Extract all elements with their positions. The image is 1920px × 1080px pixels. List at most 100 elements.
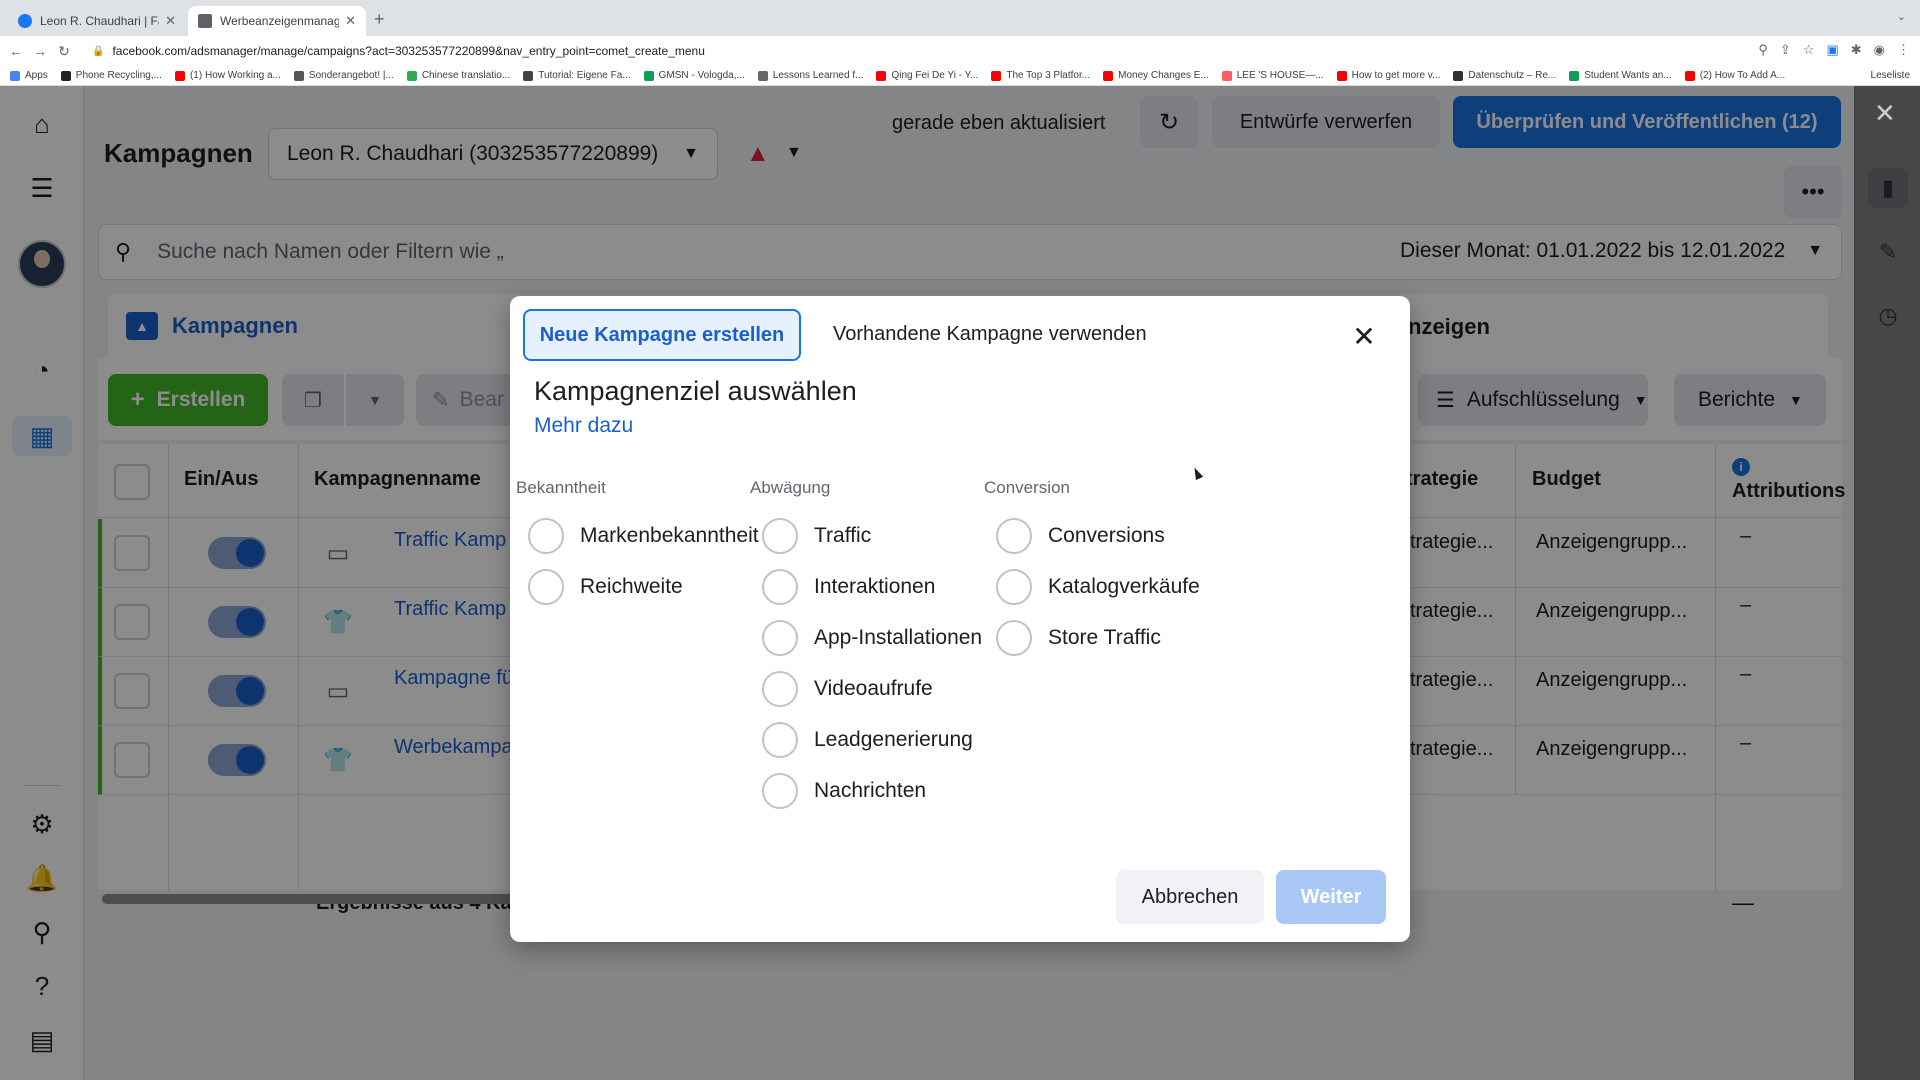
bookmark-item[interactable]: Lessons Learned f...	[757, 70, 864, 81]
objective-option[interactable]: Interaktionen	[750, 561, 982, 612]
objective-radio[interactable]	[762, 568, 798, 605]
bookmark-favicon-icon	[1221, 70, 1232, 81]
browser-tabbar: Leon R. Chaudhari | Facebook ✕ Werbeanze…	[0, 0, 1920, 36]
learn-more-link[interactable]: Mehr dazu	[534, 414, 633, 438]
bookmark-item[interactable]: Money Changes E...	[1103, 70, 1209, 81]
objective-label: Interaktionen	[814, 574, 936, 598]
forward-icon[interactable]: →	[28, 43, 52, 59]
close-icon[interactable]: ✕	[1874, 98, 1896, 129]
close-tab-icon[interactable]: ✕	[345, 13, 356, 29]
ads-manager-app: ⌂ ☰ ◔ ▦ ⚙ 🔔 ⚲ ? ▤ Kampagnen Leon R. Chau…	[0, 86, 1920, 1080]
bookmark-star-icon[interactable]: ☆	[1803, 42, 1815, 58]
objective-option[interactable]: Katalogverkäufe	[984, 561, 1200, 612]
bookmark-item[interactable]: Student Wants an...	[1569, 70, 1672, 81]
objective-radio[interactable]	[528, 568, 564, 605]
bookmark-label: Phone Recycling,...	[75, 70, 162, 81]
create-campaign-dialog: Neue Kampagne erstellen Vorhandene Kampa…	[510, 296, 1410, 942]
url-text: facebook.com/adsmanager/manage/campaigns…	[112, 44, 705, 58]
bookmark-favicon-icon	[60, 70, 71, 81]
objective-option[interactable]: Nachrichten	[750, 765, 982, 816]
bookmark-item[interactable]: (1) How Working a...	[174, 70, 281, 81]
reading-list[interactable]: Leseliste	[1871, 70, 1910, 81]
objective-radio[interactable]	[996, 619, 1032, 656]
bookmark-favicon-icon	[406, 70, 417, 81]
tab-new-campaign[interactable]: Neue Kampagne erstellen	[523, 309, 801, 361]
objective-radio[interactable]	[996, 568, 1032, 605]
objective-label: Markenbekanntheit	[580, 523, 759, 547]
address-bar-icons: ⚲ ⇪ ☆ ▣ ✱ ◉ ⋮	[1758, 42, 1910, 58]
bookmark-item[interactable]: Tutorial: Eigene Fa...	[523, 70, 631, 81]
lock-icon: 🔒	[92, 45, 105, 57]
zoom-icon[interactable]: ⚲	[1758, 42, 1768, 58]
bookmark-item[interactable]: Sonderangebot! |...	[293, 70, 394, 81]
address-bar: ← → ↻ 🔒 facebook.com/adsmanager/manage/c…	[0, 36, 1920, 66]
browser-tab-adsmanager[interactable]: Werbeanzeigenmanager - Wer ✕	[188, 6, 366, 36]
bookmark-label: GMSN - Vologda,...	[658, 70, 745, 81]
browser-tab-facebook[interactable]: Leon R. Chaudhari | Facebook ✕	[8, 6, 186, 36]
profile-avatar-icon[interactable]: ◉	[1874, 42, 1885, 58]
objective-radio[interactable]	[996, 517, 1032, 554]
objective-option[interactable]: App-Installationen	[750, 612, 982, 663]
bookmark-label: Money Changes E...	[1118, 70, 1209, 81]
bookmark-label: How to get more v...	[1351, 70, 1441, 81]
bookmark-item[interactable]: GMSN - Vologda,...	[643, 70, 745, 81]
objective-option[interactable]: Leadgenerierung	[750, 714, 982, 765]
objective-label: Videoaufrufe	[814, 676, 933, 700]
objective-column: Abwägung Traffic Interaktionen App-Installa…	[750, 478, 982, 816]
bookmark-item[interactable]: Phone Recycling,...	[60, 70, 162, 81]
share-icon[interactable]: ⇪	[1780, 42, 1791, 58]
bookmark-favicon-icon	[1103, 70, 1114, 81]
tab-search-icon[interactable]: ⌄	[1897, 10, 1906, 23]
objective-radio[interactable]	[762, 721, 798, 758]
bookmark-favicon-icon	[523, 70, 534, 81]
objective-radio[interactable]	[762, 772, 798, 809]
objective-radio[interactable]	[762, 670, 798, 707]
bookmark-label: (1) How Working a...	[189, 70, 281, 81]
url-field[interactable]: 🔒 facebook.com/adsmanager/manage/campaig…	[92, 41, 705, 61]
browser-tab-title: Werbeanzeigenmanager - Wer	[220, 14, 340, 28]
bookmark-item[interactable]: LEE 'S HOUSE—...	[1221, 70, 1324, 81]
facebook-favicon-icon	[18, 14, 32, 28]
bookmark-item[interactable]: Apps	[10, 70, 48, 81]
objective-option[interactable]: Store Traffic	[984, 612, 1200, 663]
bookmark-favicon-icon	[1453, 70, 1464, 81]
bookmark-favicon-icon	[174, 70, 185, 81]
extensions-puzzle-icon[interactable]: ✱	[1851, 42, 1862, 58]
objective-radio[interactable]	[762, 619, 798, 656]
bookmark-label: LEE 'S HOUSE—...	[1236, 70, 1324, 81]
bookmark-label: Lessons Learned f...	[772, 70, 864, 81]
close-dialog-icon[interactable]: ✕	[1346, 318, 1382, 354]
objective-radio[interactable]	[528, 517, 564, 554]
browser-menu-icon[interactable]: ⋮	[1897, 42, 1910, 58]
objective-radio[interactable]	[762, 517, 798, 554]
bookmark-item[interactable]: Chinese translatio...	[406, 70, 510, 81]
bookmark-favicon-icon	[1569, 70, 1580, 81]
bookmark-item[interactable]: How to get more v...	[1336, 70, 1441, 81]
dialog-title: Kampagnenziel auswählen	[534, 376, 857, 406]
extension-facebook-icon[interactable]: ▣	[1826, 42, 1838, 58]
bookmark-item[interactable]: The Top 3 Platfor...	[991, 70, 1090, 81]
bookmark-item[interactable]: (2) How To Add A...	[1684, 70, 1786, 81]
bookmark-favicon-icon	[876, 70, 887, 81]
bookmark-label: Apps	[25, 70, 48, 81]
objective-option[interactable]: Traffic	[750, 510, 982, 561]
back-icon[interactable]: ←	[4, 43, 28, 59]
bookmark-label: The Top 3 Platfor...	[1006, 70, 1091, 81]
bookmark-item[interactable]: Qing Fei De Yi - Y...	[876, 70, 978, 81]
panel-backdrop	[1854, 86, 1920, 1080]
reload-icon[interactable]: ↻	[52, 43, 76, 60]
bookmark-favicon-icon	[1336, 70, 1347, 81]
close-tab-icon[interactable]: ✕	[165, 13, 176, 29]
next-button[interactable]: Weiter	[1276, 870, 1386, 924]
objective-option[interactable]: Markenbekanntheit	[516, 510, 759, 561]
objective-group-heading: Bekanntheit	[516, 478, 606, 497]
objective-option[interactable]: Conversions	[984, 510, 1200, 561]
adsmanager-favicon-icon	[198, 14, 212, 28]
cancel-button[interactable]: Abbrechen	[1116, 870, 1264, 924]
bookmark-label: (2) How To Add A...	[1699, 70, 1786, 81]
objective-option[interactable]: Videoaufrufe	[750, 663, 982, 714]
tab-existing-campaign[interactable]: Vorhandene Kampagne verwenden	[833, 323, 1147, 346]
bookmark-item[interactable]: Datenschutz – Re...	[1453, 70, 1556, 81]
objective-option[interactable]: Reichweite	[516, 561, 759, 612]
new-tab-icon[interactable]: +	[374, 9, 385, 30]
